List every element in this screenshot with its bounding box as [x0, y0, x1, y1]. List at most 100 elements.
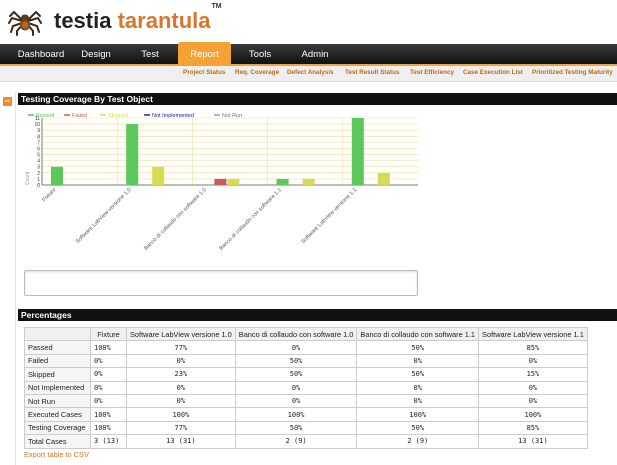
x-tick-label: Fixture: [41, 187, 57, 203]
table-cell: 13 (31): [478, 434, 588, 449]
y-tick-label: 6: [37, 146, 40, 152]
table-cell: 0%: [90, 353, 127, 369]
table-header-cell: [24, 326, 91, 342]
subnav-project-status[interactable]: Project Status: [183, 69, 225, 76]
table-cell: 100%: [90, 407, 127, 422]
bar: [51, 166, 63, 185]
nav-tab-test[interactable]: Test: [132, 44, 168, 66]
row-label: Not Run: [24, 393, 91, 409]
row-label: Skipped: [24, 367, 91, 382]
nav-tab-report[interactable]: Report: [178, 42, 231, 68]
table-header-cell: Software LabView versione 1.0: [126, 326, 236, 342]
row-label: Total Cases: [24, 434, 91, 449]
y-tick-label: 4: [37, 159, 40, 165]
table-header-cell: Fixture: [90, 326, 127, 342]
table-cell: 0%: [478, 353, 588, 369]
y-tick-label: 7: [37, 140, 40, 146]
y-tick-label: 5: [37, 153, 40, 159]
row-label: Not Implemented: [24, 380, 91, 395]
y-axis-label: Count: [25, 171, 31, 185]
row-label: Executed Cases: [24, 407, 91, 422]
nav-tab-dashboard[interactable]: Dashboard: [12, 44, 70, 66]
bar: [276, 178, 289, 185]
percentages-table: Fixture Software LabView versione 1.0 Ba…: [24, 326, 588, 449]
table-cell: 100%: [478, 407, 588, 422]
coverage-chart: Passed Failed Skipped Not Implemented Not Ru…: [25, 113, 418, 252]
table-cell: 100%: [90, 340, 127, 355]
table-header-cell: Banco di collaudo con software 1.0: [234, 326, 358, 342]
subnav-prioritized-testing-maturity[interactable]: Prioritized Testing Maturity: [532, 69, 613, 76]
row-label: Failed: [24, 353, 91, 369]
section-title-coverage: Testing Coverage By Test Object: [18, 93, 617, 105]
comment-textarea[interactable]: [24, 270, 418, 296]
y-tick-label: 8: [37, 134, 40, 140]
table-row: Executed Cases 100% 100% 100% 100% 100%: [24, 407, 588, 422]
y-tick-label: 10: [34, 122, 40, 128]
bar: [377, 172, 390, 185]
nav-tab-tools[interactable]: Tools: [240, 44, 280, 66]
y-tick-label: 2: [37, 171, 40, 177]
table-cell: 2 (9): [234, 434, 358, 449]
subnav-test-efficiency[interactable]: Test Efficiency: [410, 69, 454, 76]
x-tick-label: Banco di collaudo con software 1.1: [218, 187, 283, 252]
table-cell: 100%: [234, 407, 358, 422]
section-title-percentages: Percentages: [18, 309, 617, 321]
table-cell: 23%: [126, 367, 236, 382]
x-tick-label: Software LabView versione 1.1: [300, 187, 358, 245]
trademark: TM: [211, 2, 222, 10]
subnav-test-result-status[interactable]: Test Result Status: [345, 69, 399, 76]
y-tick-label: 9: [37, 128, 40, 134]
table-cell: 50%: [356, 420, 480, 436]
table-row: Total Cases 3 (13) 13 (31) 2 (9) 2 (9) 13 (31…: [24, 434, 588, 449]
table-cell: 50%: [356, 340, 480, 355]
table-cell: 2 (9): [356, 434, 480, 449]
table-cell: 15%: [478, 367, 588, 382]
table-cell: 100%: [90, 420, 127, 436]
table-row: Not Implemented 0% 0% 0% 0% 0%: [24, 380, 588, 395]
table-cell: 100%: [356, 407, 480, 422]
table-cell: 0%: [356, 393, 480, 409]
table-row: Passed 100% 77% 0% 50% 85%: [24, 340, 588, 355]
bar: [126, 124, 139, 185]
subnav-defect-analysis[interactable]: Defect Analysis: [287, 69, 334, 76]
app-header: testia tarantulaTM: [0, 0, 617, 44]
nav-tab-admin[interactable]: Admin: [294, 44, 336, 66]
table-cell: 85%: [478, 420, 588, 436]
y-tick-label: 3: [37, 165, 40, 171]
table-cell: 0%: [126, 393, 236, 409]
brand-word-2: tarantula: [117, 8, 211, 33]
table-cell: 85%: [478, 340, 588, 355]
nav-tab-design[interactable]: Design: [74, 44, 118, 66]
table-cell: 0%: [478, 393, 588, 409]
table-header-cell: Banco di collaudo con software 1.1: [356, 326, 480, 342]
table-cell: 50%: [234, 367, 358, 382]
table-cell: 0%: [356, 380, 480, 395]
y-tick-label: 0: [37, 183, 40, 189]
export-csv-link[interactable]: Export table to CSV: [24, 450, 89, 459]
bar: [302, 178, 315, 185]
subnav-req-coverage[interactable]: Req. Coverage: [235, 69, 279, 76]
table-cell: 0%: [356, 353, 480, 369]
table-cell: 0%: [234, 393, 358, 409]
x-tick-label: Software LabView versione 1.0: [75, 187, 133, 245]
tarantula-logo-icon: [8, 10, 42, 36]
brand-word-1: testia: [54, 8, 112, 33]
table-cell: 0%: [90, 393, 127, 409]
table-cell: 13 (31): [126, 434, 236, 449]
bar: [227, 178, 240, 185]
collapse-panel-icon[interactable]: ⇨: [3, 97, 12, 106]
table-cell: 3 (13): [90, 434, 127, 449]
row-label: Testing Coverage: [24, 420, 91, 436]
table-row: Not Run 0% 0% 0% 0% 0%: [24, 393, 588, 409]
bar: [351, 118, 364, 185]
table-cell: 100%: [126, 407, 236, 422]
subnav-case-execution-list[interactable]: Case Execution List: [463, 69, 523, 76]
main-nav: Dashboard Design Test Report Tools Admin: [0, 42, 617, 68]
table-cell: 77%: [126, 420, 236, 436]
report-subnav: Project Status Req. Coverage Defect Anal…: [0, 66, 617, 82]
y-tick-label: 11: [35, 116, 40, 122]
brand-name: testia tarantulaTM: [54, 3, 222, 34]
bar: [214, 178, 227, 185]
table-cell: 0%: [478, 380, 588, 395]
panel-divider: [15, 93, 16, 465]
